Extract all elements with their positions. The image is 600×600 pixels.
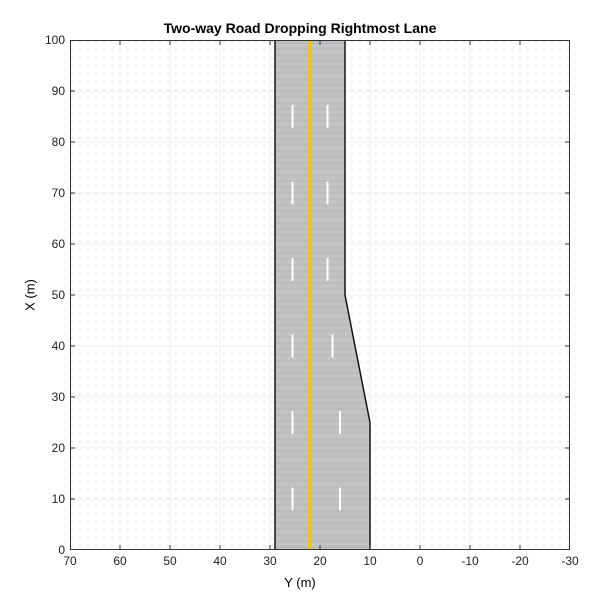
- x-tick-label: 30: [263, 554, 276, 568]
- x-tick-label: 20: [313, 554, 326, 568]
- x-tick-label: 40: [213, 554, 226, 568]
- y-tick-label: 30: [35, 390, 65, 404]
- y-tick-label: 70: [35, 186, 65, 200]
- y-tick-label: 10: [35, 492, 65, 506]
- y-tick-label: 50: [35, 288, 65, 302]
- y-tick-label: 80: [35, 135, 65, 149]
- y-tick-label: 100: [35, 33, 65, 47]
- y-tick-label: 90: [35, 84, 65, 98]
- chart-title: Two-way Road Dropping Rightmost Lane: [0, 20, 600, 36]
- figure: Two-way Road Dropping Rightmost Lane X (…: [0, 0, 600, 600]
- x-tick-label: 50: [163, 554, 176, 568]
- x-tick-label: 70: [63, 554, 76, 568]
- x-tick-label: 0: [417, 554, 424, 568]
- y-tick-label: 40: [35, 339, 65, 353]
- x-tick-label: 60: [113, 554, 126, 568]
- x-axis-label: Y (m): [0, 575, 600, 590]
- x-tick-label: -10: [461, 554, 478, 568]
- plot-svg: [70, 40, 570, 550]
- y-tick-label: 20: [35, 441, 65, 455]
- x-tick-label: -30: [561, 554, 578, 568]
- y-tick-label: 0: [35, 543, 65, 557]
- x-tick-label: 10: [363, 554, 376, 568]
- axes: [70, 40, 570, 550]
- x-tick-label: -20: [511, 554, 528, 568]
- y-tick-label: 60: [35, 237, 65, 251]
